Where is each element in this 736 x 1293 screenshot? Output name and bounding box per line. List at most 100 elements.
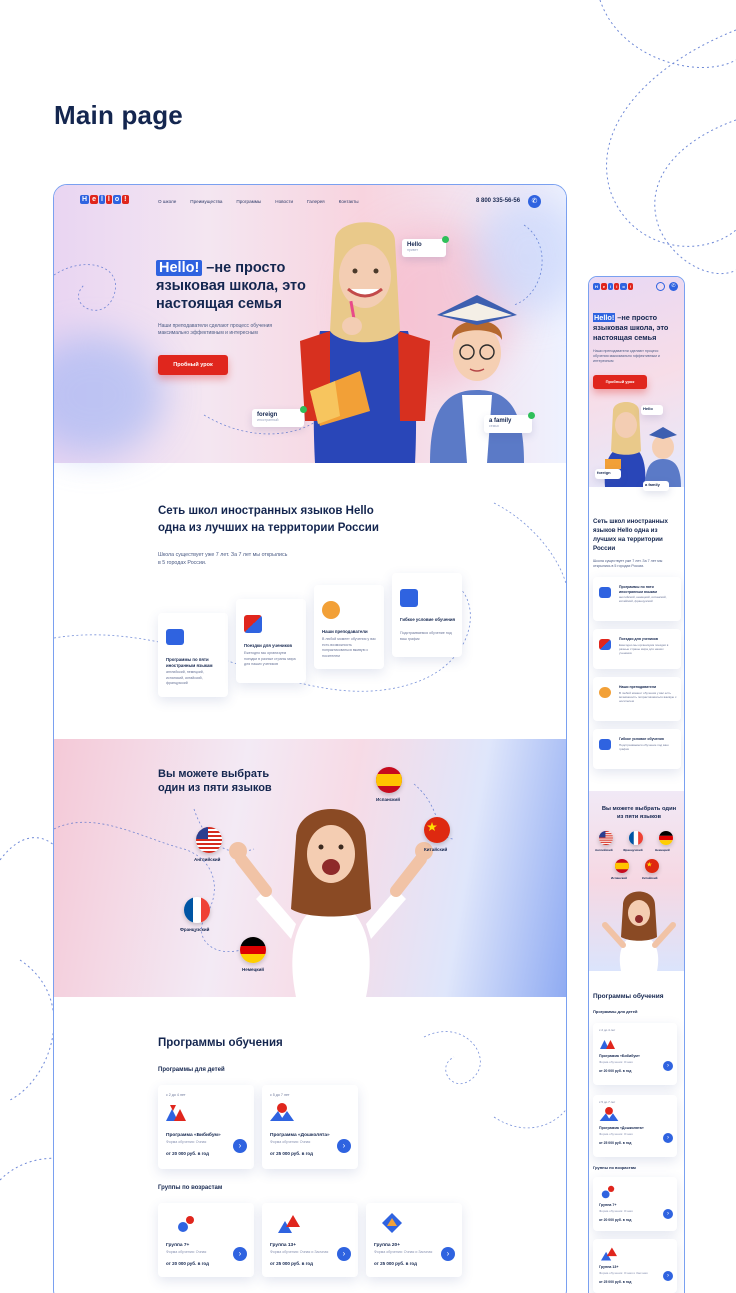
trial-lesson-button[interactable]: Пробный урок bbox=[158, 355, 228, 375]
feature-card: Гибкое условие обучения Подстраиваемся о… bbox=[392, 573, 462, 657]
program-price: от 20 000 руб. в год bbox=[599, 1069, 632, 1073]
phone-icon[interactable]: ✆ bbox=[528, 195, 541, 208]
hero-title-highlight: Hello! bbox=[156, 260, 203, 276]
arrow-right-icon[interactable]: › bbox=[337, 1247, 351, 1261]
word-bubble-family: a family семья bbox=[484, 412, 535, 433]
mobile-hero-title: Hello! –не просто языковая школа, это на… bbox=[593, 313, 683, 343]
group-card[interactable]: Группа 13+ Форма обучения: Очная и Заочн… bbox=[262, 1203, 358, 1277]
top-navigation: H e l l o ! О школе Преимущества Програм… bbox=[54, 185, 566, 221]
mobile-feature-card: Программы по пяти иностранным языкам анг… bbox=[593, 577, 681, 621]
spain-flag[interactable] bbox=[615, 859, 629, 873]
nav-link-programs[interactable]: Программы bbox=[236, 199, 261, 204]
arrow-right-icon[interactable]: › bbox=[663, 1061, 673, 1071]
nav-link-gallery[interactable]: Галерея bbox=[307, 199, 325, 204]
group-form: Форма обучения: Очная bbox=[166, 1250, 207, 1254]
arrow-right-icon[interactable]: › bbox=[337, 1139, 351, 1153]
mobile-program-card[interactable]: с 2 до 4 лет Программа «Бибибум» Форма о… bbox=[593, 1023, 677, 1085]
program-price: от 20 000 руб. в год bbox=[166, 1151, 209, 1156]
mobile-group-card[interactable]: Группа 13+ Форма обучения: Очная и Заочн… bbox=[593, 1239, 677, 1293]
nav-link-advantages[interactable]: Преимущества bbox=[190, 199, 222, 204]
word-bubble-foreign: foreign иностранный bbox=[252, 406, 307, 427]
group-price: от 25 000 руб. в год bbox=[599, 1280, 632, 1284]
group-card[interactable]: Группа 20+ Форма обучения: Очная и Заочн… bbox=[366, 1203, 462, 1277]
languages-section: Вы можете выбрать один из пяти языков Ан… bbox=[54, 739, 566, 997]
flag-label: Китайский bbox=[424, 847, 448, 852]
shapes-icon bbox=[601, 1185, 615, 1199]
nav-links: О школе Преимущества Программы Новости Г… bbox=[158, 199, 359, 204]
group-form: Форма обучения: Очная и Заочная bbox=[599, 1271, 648, 1275]
page-title: Main page bbox=[54, 100, 183, 130]
logo-letter: l bbox=[98, 195, 105, 204]
bubble-translation: иностранный bbox=[257, 418, 279, 422]
programs-title: Программы обучения bbox=[158, 1037, 283, 1049]
group-card[interactable]: Группа 7+ Форма обучения: Очная от 20 00… bbox=[158, 1203, 254, 1277]
mobile-program-card[interactable]: с 5 до 7 лет Программа «Дошколята» Форма… bbox=[593, 1095, 677, 1157]
flag-label: Немецкий bbox=[655, 848, 670, 852]
girl-photo bbox=[300, 222, 430, 463]
triangles-icon bbox=[166, 1105, 186, 1121]
germany-flag[interactable] bbox=[240, 937, 266, 963]
check-icon bbox=[300, 406, 307, 413]
boy-photo bbox=[430, 295, 524, 463]
check-icon bbox=[442, 236, 449, 243]
phone-icon[interactable]: ✆ bbox=[669, 282, 678, 291]
group-name: Группа 7+ bbox=[166, 1243, 190, 1248]
program-form: Форма обучения: Очная bbox=[270, 1140, 311, 1144]
arrow-right-icon[interactable]: › bbox=[233, 1247, 247, 1261]
shapes-icon bbox=[601, 1247, 617, 1261]
travel-icon bbox=[244, 615, 262, 633]
arrow-right-icon[interactable]: › bbox=[233, 1139, 247, 1153]
nav-link-news[interactable]: Новости bbox=[275, 199, 293, 204]
phone-number[interactable]: 8 800 335-56-56 bbox=[476, 198, 520, 204]
mobile-logo[interactable]: H e l l o ! bbox=[593, 283, 634, 290]
travel-icon bbox=[599, 639, 611, 650]
mobile-languages-section: Вы можете выбрать один из пяти языков Ан… bbox=[589, 791, 684, 971]
hero-title-highlight: Hello! bbox=[593, 313, 616, 322]
france-flag[interactable] bbox=[629, 831, 643, 845]
mobile-mockup: H e l l o ! ✆ Hello! –не просто языковая… bbox=[588, 276, 685, 1293]
mobile-group-card[interactable]: Группа 7+ Форма обучения: Очная от 20 00… bbox=[593, 1177, 677, 1231]
menu-icon[interactable] bbox=[656, 282, 665, 291]
mobile-cheering-girl-photo bbox=[602, 891, 676, 971]
nav-link-contacts[interactable]: Контакты bbox=[339, 199, 359, 204]
logo[interactable]: H e l l o ! bbox=[80, 195, 129, 204]
feature-card-text: Подстраиваемся обучение под ваш график bbox=[619, 743, 669, 752]
program-age: с 2 до 4 лет bbox=[599, 1028, 616, 1032]
logo-letter: H bbox=[593, 283, 600, 290]
group-form: Форма обучения: Очная bbox=[599, 1209, 633, 1213]
logo-letter: o bbox=[112, 195, 122, 204]
france-flag[interactable] bbox=[184, 897, 210, 923]
flag-label: Немецкий bbox=[242, 967, 265, 972]
program-form: Форма обучения: Очная bbox=[599, 1060, 633, 1064]
group-price: от 20 000 руб. в год bbox=[599, 1218, 632, 1222]
program-card[interactable]: с 5 до 7 лет Программа «Дошколята» Форма… bbox=[262, 1085, 358, 1169]
program-name: Программа «Бибибум» bbox=[599, 1054, 640, 1058]
mobile-trial-lesson-button[interactable]: Пробный урок bbox=[593, 375, 647, 389]
nav-link-about[interactable]: О школе bbox=[158, 199, 176, 204]
group-name: Группа 20+ bbox=[374, 1243, 401, 1248]
arrow-right-icon[interactable]: › bbox=[663, 1133, 673, 1143]
usa-flag[interactable] bbox=[196, 827, 222, 853]
logo-letter: H bbox=[80, 195, 90, 204]
spain-flag[interactable] bbox=[376, 767, 402, 793]
program-card[interactable]: с 2 до 4 лет Программа «Бибибум» Форма о… bbox=[158, 1085, 254, 1169]
feature-card-title: Гибкое условие обучения bbox=[400, 617, 456, 622]
arrow-right-icon[interactable]: › bbox=[663, 1271, 673, 1281]
arrow-right-icon[interactable]: › bbox=[441, 1247, 455, 1261]
germany-flag[interactable] bbox=[659, 831, 673, 845]
hero-section: H e l l o ! О школе Преимущества Програм… bbox=[54, 185, 566, 463]
feature-card-text: Подстраиваемся обучение под ваш график bbox=[400, 631, 452, 641]
circle-triangle-icon bbox=[599, 1107, 619, 1121]
feature-card-title: Программы по пяти иностранным языкам bbox=[166, 657, 213, 668]
china-flag[interactable] bbox=[424, 817, 450, 843]
arrow-right-icon[interactable]: › bbox=[663, 1209, 673, 1219]
circle-triangle-icon bbox=[270, 1103, 294, 1121]
feature-card-text: Ежегодно мы организуем поездки в разные … bbox=[244, 651, 296, 666]
feature-card-title: Наши преподаватели bbox=[322, 629, 368, 634]
logo-letter: l bbox=[105, 195, 112, 204]
china-flag[interactable] bbox=[645, 859, 659, 873]
mobile-bubble-foreign: foreign bbox=[595, 469, 621, 479]
kids-programs-title: Программы для детей bbox=[158, 1067, 225, 1073]
program-form: Форма обучения: Очная bbox=[599, 1132, 633, 1136]
usa-flag[interactable] bbox=[599, 831, 613, 845]
